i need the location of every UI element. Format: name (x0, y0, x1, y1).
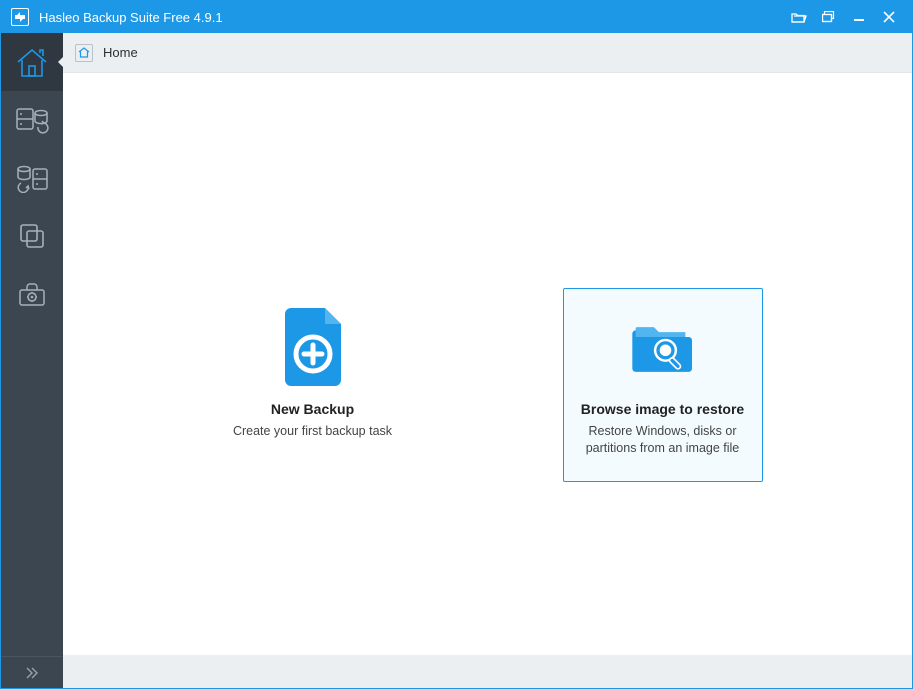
sidebar-item-tools[interactable] (1, 265, 63, 323)
sidebar (1, 33, 63, 688)
sidebar-item-backup[interactable] (1, 91, 63, 149)
new-backup-icon (279, 307, 347, 387)
content-area: Home New Backup Creat (63, 33, 912, 688)
sidebar-expand-button[interactable] (1, 656, 63, 688)
minimize-button[interactable] (844, 1, 874, 33)
tile-title: New Backup (271, 401, 354, 417)
tile-browse-restore[interactable]: Browse image to restore Restore Windows,… (563, 288, 763, 482)
close-button[interactable] (874, 1, 904, 33)
breadcrumb-label: Home (103, 45, 138, 60)
sidebar-item-home[interactable] (1, 33, 63, 91)
titlebar: Hasleo Backup Suite Free 4.9.1 (1, 1, 912, 33)
sidebar-item-clone[interactable] (1, 149, 63, 207)
window-title: Hasleo Backup Suite Free 4.9.1 (39, 10, 223, 25)
tile-desc: Create your first backup task (233, 423, 392, 440)
main-panel: New Backup Create your first backup task (63, 73, 912, 655)
bottom-strip (63, 655, 912, 688)
open-folder-button[interactable] (784, 1, 814, 33)
sidebar-item-copy[interactable] (1, 207, 63, 265)
tile-desc: Restore Windows, disks or partitions fro… (574, 423, 752, 457)
tile-title: Browse image to restore (581, 401, 744, 417)
restore-window-button[interactable] (814, 1, 844, 33)
app-logo-icon (11, 8, 29, 26)
tile-new-backup[interactable]: New Backup Create your first backup task (213, 288, 413, 482)
home-icon (75, 44, 93, 62)
breadcrumb: Home (63, 33, 912, 73)
browse-restore-icon (629, 307, 697, 387)
